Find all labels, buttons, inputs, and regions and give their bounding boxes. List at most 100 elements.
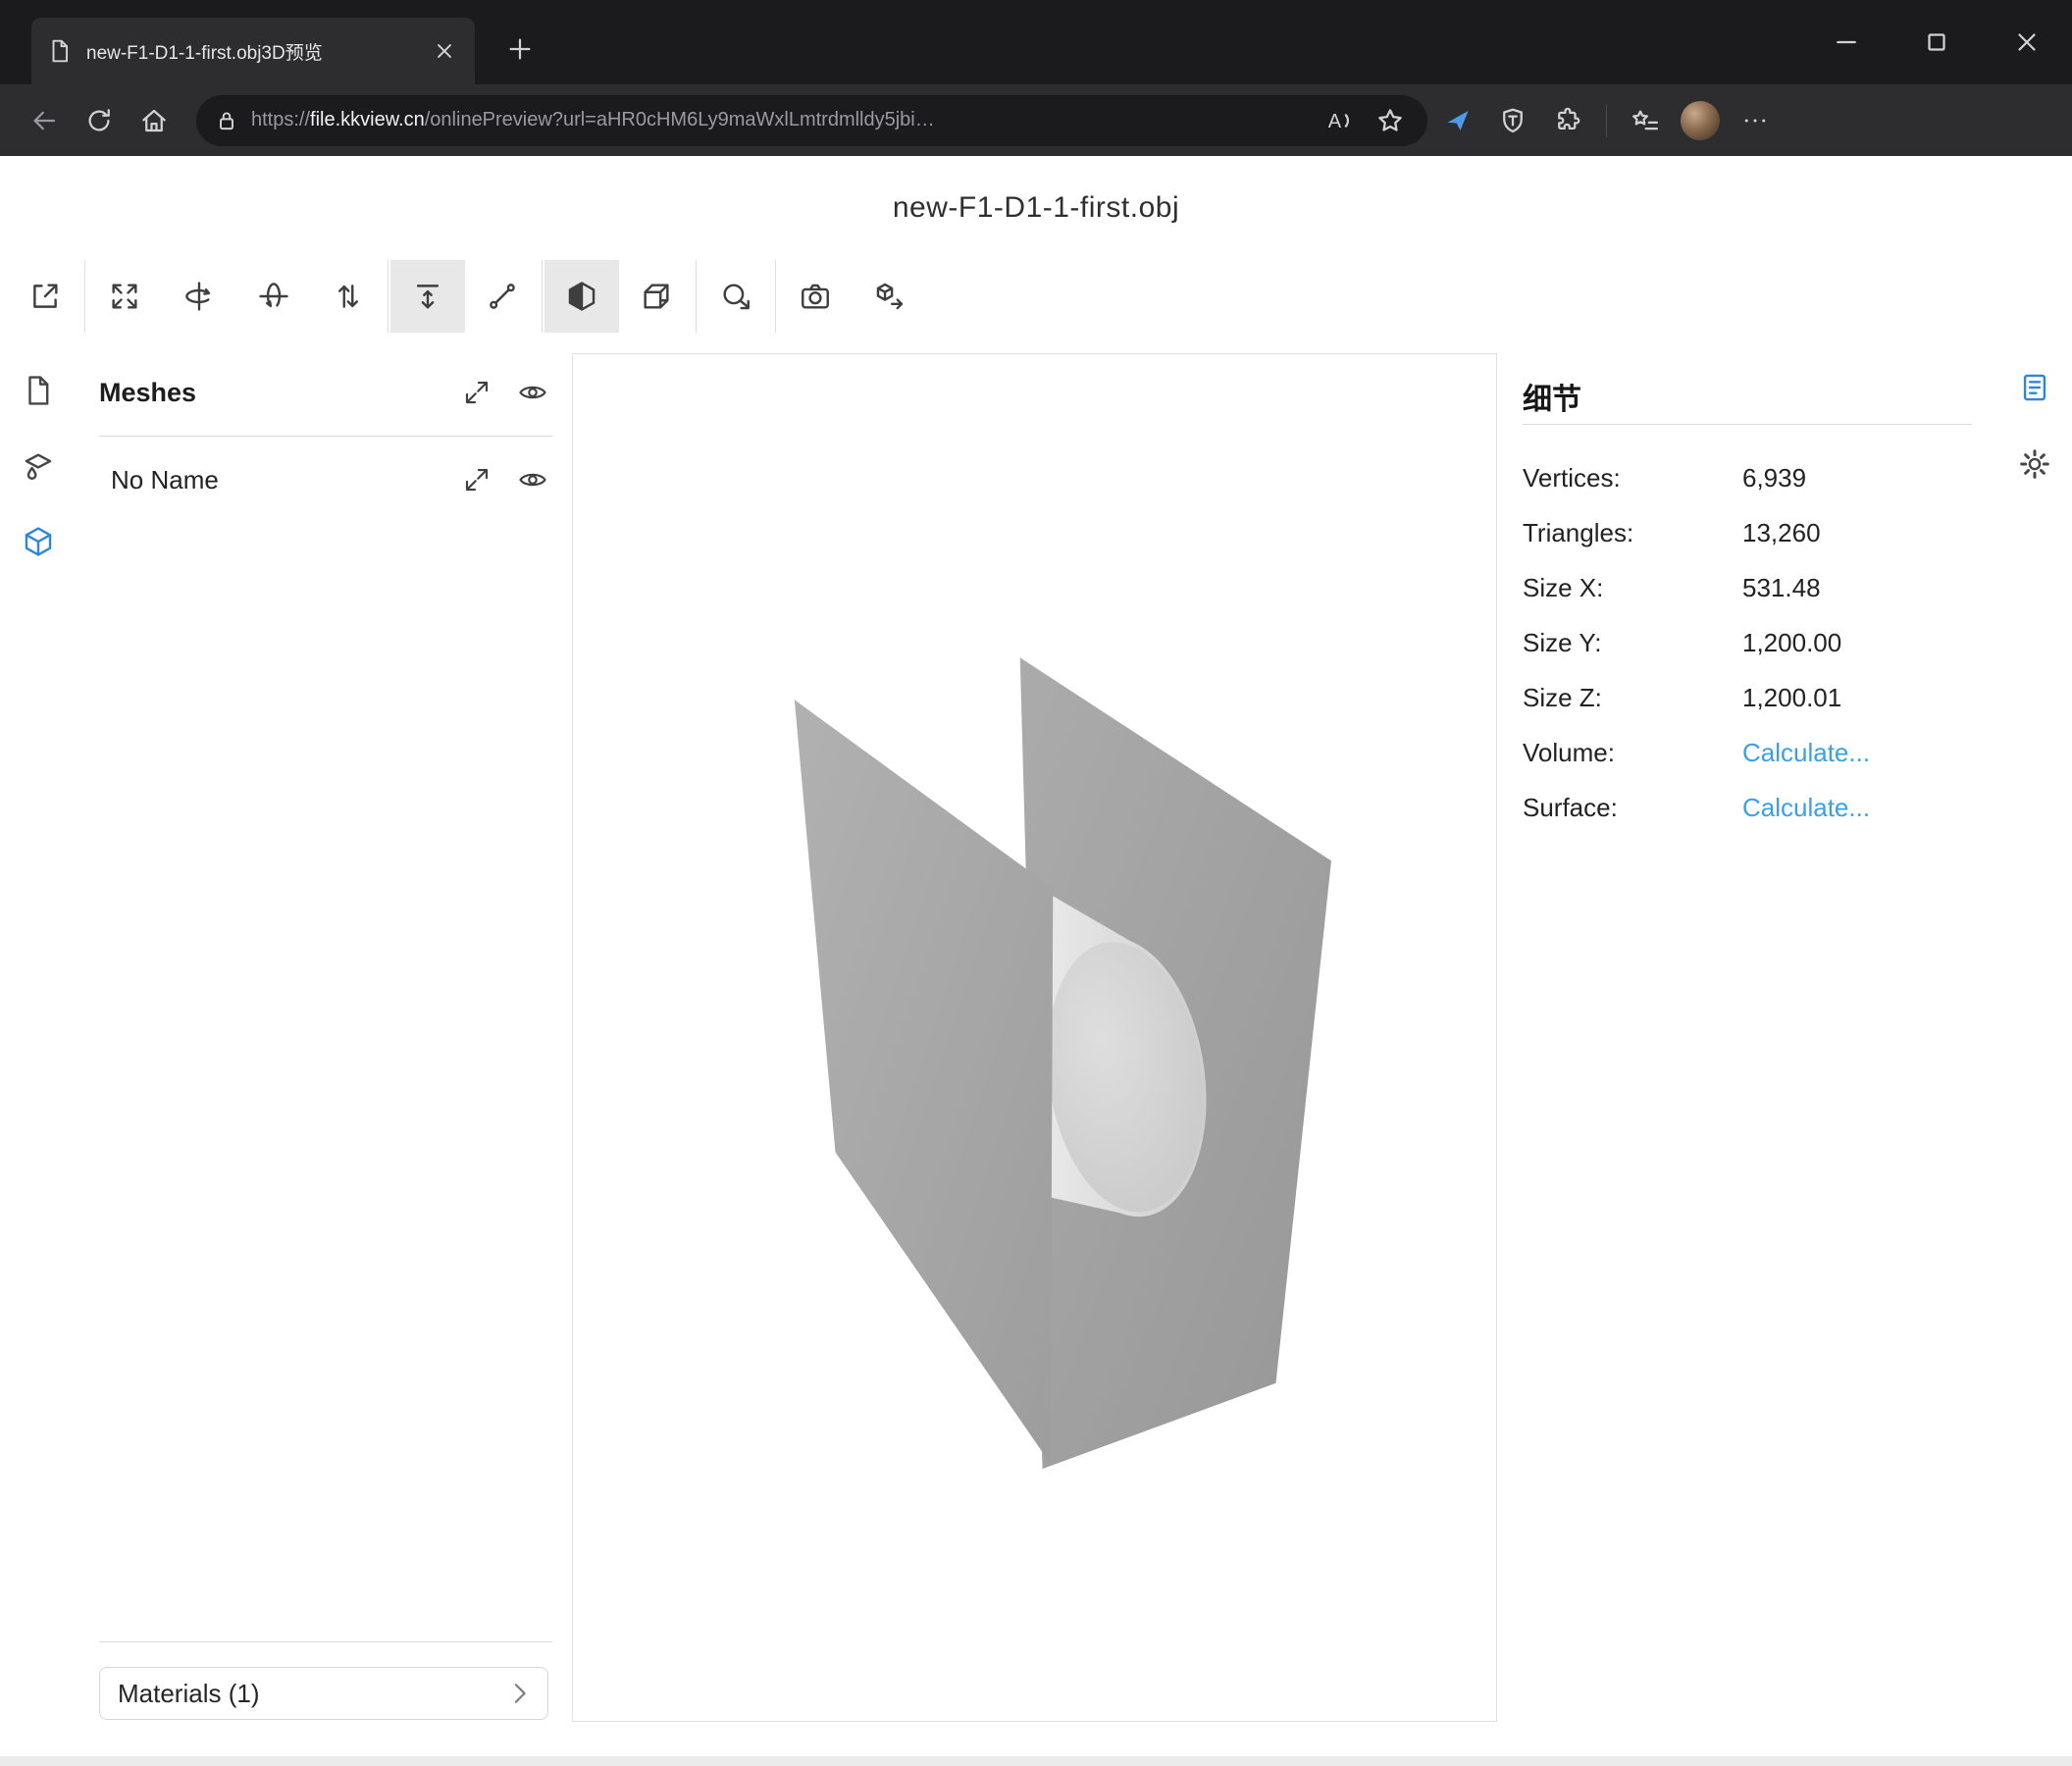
detail-row-vertices: Vertices: 6,939 <box>1523 450 1972 505</box>
details-panel: 细节 Vertices: 6,939 Triangles: 13,260 Siz… <box>1523 353 1972 835</box>
refresh-icon <box>84 106 114 135</box>
calculate-surface-link[interactable]: Calculate... <box>1742 793 1972 823</box>
close-icon <box>2012 27 2042 57</box>
new-tab-button[interactable] <box>498 27 542 71</box>
extension-blue-button[interactable] <box>1433 96 1482 145</box>
chevron-right-icon <box>504 1679 534 1708</box>
model-viewport[interactable] <box>572 353 1497 1722</box>
favorites-hub-icon <box>1631 106 1660 135</box>
maximize-button[interactable] <box>1891 0 1982 84</box>
meshes-visibility-button[interactable] <box>517 377 548 408</box>
ellipsis-icon <box>1740 106 1770 135</box>
detail-label: Vertices: <box>1523 463 1742 493</box>
detail-row-size-x: Size X: 531.48 <box>1523 560 1972 615</box>
mesh-list-item[interactable]: No Name <box>99 448 552 511</box>
zoom-to-fit-icon <box>462 465 492 494</box>
rotate-x-button[interactable] <box>236 260 311 333</box>
back-button[interactable] <box>20 96 69 145</box>
close-window-button[interactable] <box>1982 0 2072 84</box>
profile-button[interactable] <box>1676 96 1725 145</box>
open-file-button[interactable] <box>8 260 82 333</box>
address-bar[interactable]: https://file.kkview.cn/onlinePreview?url… <box>196 95 1427 146</box>
details-rows: Vertices: 6,939 Triangles: 13,260 Size X… <box>1523 450 1972 835</box>
favorites-bar-button[interactable] <box>1621 96 1670 145</box>
detail-value: 13,260 <box>1742 518 1972 548</box>
viewer-toolbar <box>0 260 2072 333</box>
toolbar-divider <box>696 260 697 333</box>
model-plane-left <box>795 700 1053 1464</box>
back-arrow-icon <box>29 106 59 135</box>
detail-row-volume: Volume: Calculate... <box>1523 725 1972 780</box>
browser-menu-button[interactable] <box>1731 96 1780 145</box>
measure-button[interactable] <box>699 260 773 333</box>
export-model-button[interactable] <box>853 260 927 333</box>
eye-icon <box>518 378 547 407</box>
mesh-visibility-button[interactable] <box>517 464 548 495</box>
url-path: /onlinePreview?url=aHR0cHM6Ly9maWxlLmtrd… <box>425 109 935 130</box>
export-3d-icon <box>873 280 906 313</box>
details-list-icon <box>2018 371 2051 404</box>
url-domain: file.kkview.cn <box>310 109 425 130</box>
svg-text:A: A <box>1328 110 1342 131</box>
meshes-fit-button[interactable] <box>461 377 492 408</box>
right-icon-rail <box>1997 349 2072 502</box>
home-button[interactable] <box>130 96 179 145</box>
extensions-button[interactable] <box>1543 96 1592 145</box>
detail-label: Triangles: <box>1523 518 1742 548</box>
details-panel-toggle-button[interactable] <box>1997 349 2072 426</box>
rotate-y-icon <box>182 280 216 313</box>
mesh-fit-button[interactable] <box>461 464 492 495</box>
tab-title: new-F1-D1-1-first.obj3D预览 <box>86 38 416 65</box>
toolbar-divider <box>775 260 776 333</box>
refresh-button[interactable] <box>75 96 124 145</box>
calculate-volume-link[interactable]: Calculate... <box>1742 738 1972 768</box>
line-tool-button[interactable] <box>465 260 540 333</box>
browser-tab[interactable]: new-F1-D1-1-first.obj3D预览 <box>31 18 475 84</box>
materials-button[interactable]: Materials (1) <box>99 1667 548 1720</box>
read-aloud-icon: A <box>1324 106 1354 135</box>
materials-rail-button[interactable] <box>0 428 77 503</box>
detail-label: Size Z: <box>1523 683 1742 713</box>
navbar-divider <box>1606 104 1607 137</box>
page-bottom-strip <box>0 1756 2072 1766</box>
detail-row-size-y: Size Y: 1,200.00 <box>1523 615 1972 670</box>
detail-value: 6,939 <box>1742 463 1972 493</box>
file-info-button[interactable] <box>0 352 77 428</box>
move-tool-button[interactable] <box>390 260 465 333</box>
rotate-y-button[interactable] <box>162 260 236 333</box>
model-view-rail-button[interactable] <box>0 503 77 579</box>
read-aloud-button[interactable]: A <box>1320 101 1359 140</box>
camera-icon <box>799 280 832 313</box>
browser-navbar: https://file.kkview.cn/onlinePreview?url… <box>0 84 2072 156</box>
fit-view-button[interactable] <box>87 260 162 333</box>
tab-favicon-document-icon <box>47 38 73 64</box>
minimize-icon <box>1832 27 1861 57</box>
screenshot-button[interactable] <box>778 260 853 333</box>
line-tool-icon <box>486 280 519 313</box>
favorite-star-button[interactable] <box>1371 101 1410 140</box>
profile-avatar <box>1681 101 1720 140</box>
rotate-x-icon <box>257 280 290 313</box>
flip-vertical-button[interactable] <box>311 260 386 333</box>
materials-button-label: Materials (1) <box>118 1679 504 1709</box>
toolbar-divider <box>84 260 85 333</box>
settings-button[interactable] <box>1997 426 2072 502</box>
wireframe-view-button[interactable] <box>619 260 694 333</box>
detail-row-size-z: Size Z: 1,200.01 <box>1523 670 1972 725</box>
flip-vertical-icon <box>332 280 365 313</box>
extension-shield-button[interactable] <box>1488 96 1537 145</box>
measure-icon <box>719 280 752 313</box>
panel-divider <box>99 1641 552 1642</box>
extension-blue-icon <box>1443 106 1473 135</box>
detail-label: Size X: <box>1523 573 1742 603</box>
solid-view-icon <box>565 280 598 313</box>
solid-view-button[interactable] <box>544 260 619 333</box>
preview-page: new-F1-D1-1-first.obj <box>0 156 2072 1766</box>
home-icon <box>139 106 169 135</box>
minimize-button[interactable] <box>1801 0 1891 84</box>
model-canvas[interactable] <box>573 354 1496 1721</box>
tab-close-icon[interactable] <box>430 36 459 66</box>
url-text: https://file.kkview.cn/onlinePreview?url… <box>251 109 1308 131</box>
eye-icon <box>518 465 547 494</box>
puzzle-icon <box>1553 106 1582 135</box>
